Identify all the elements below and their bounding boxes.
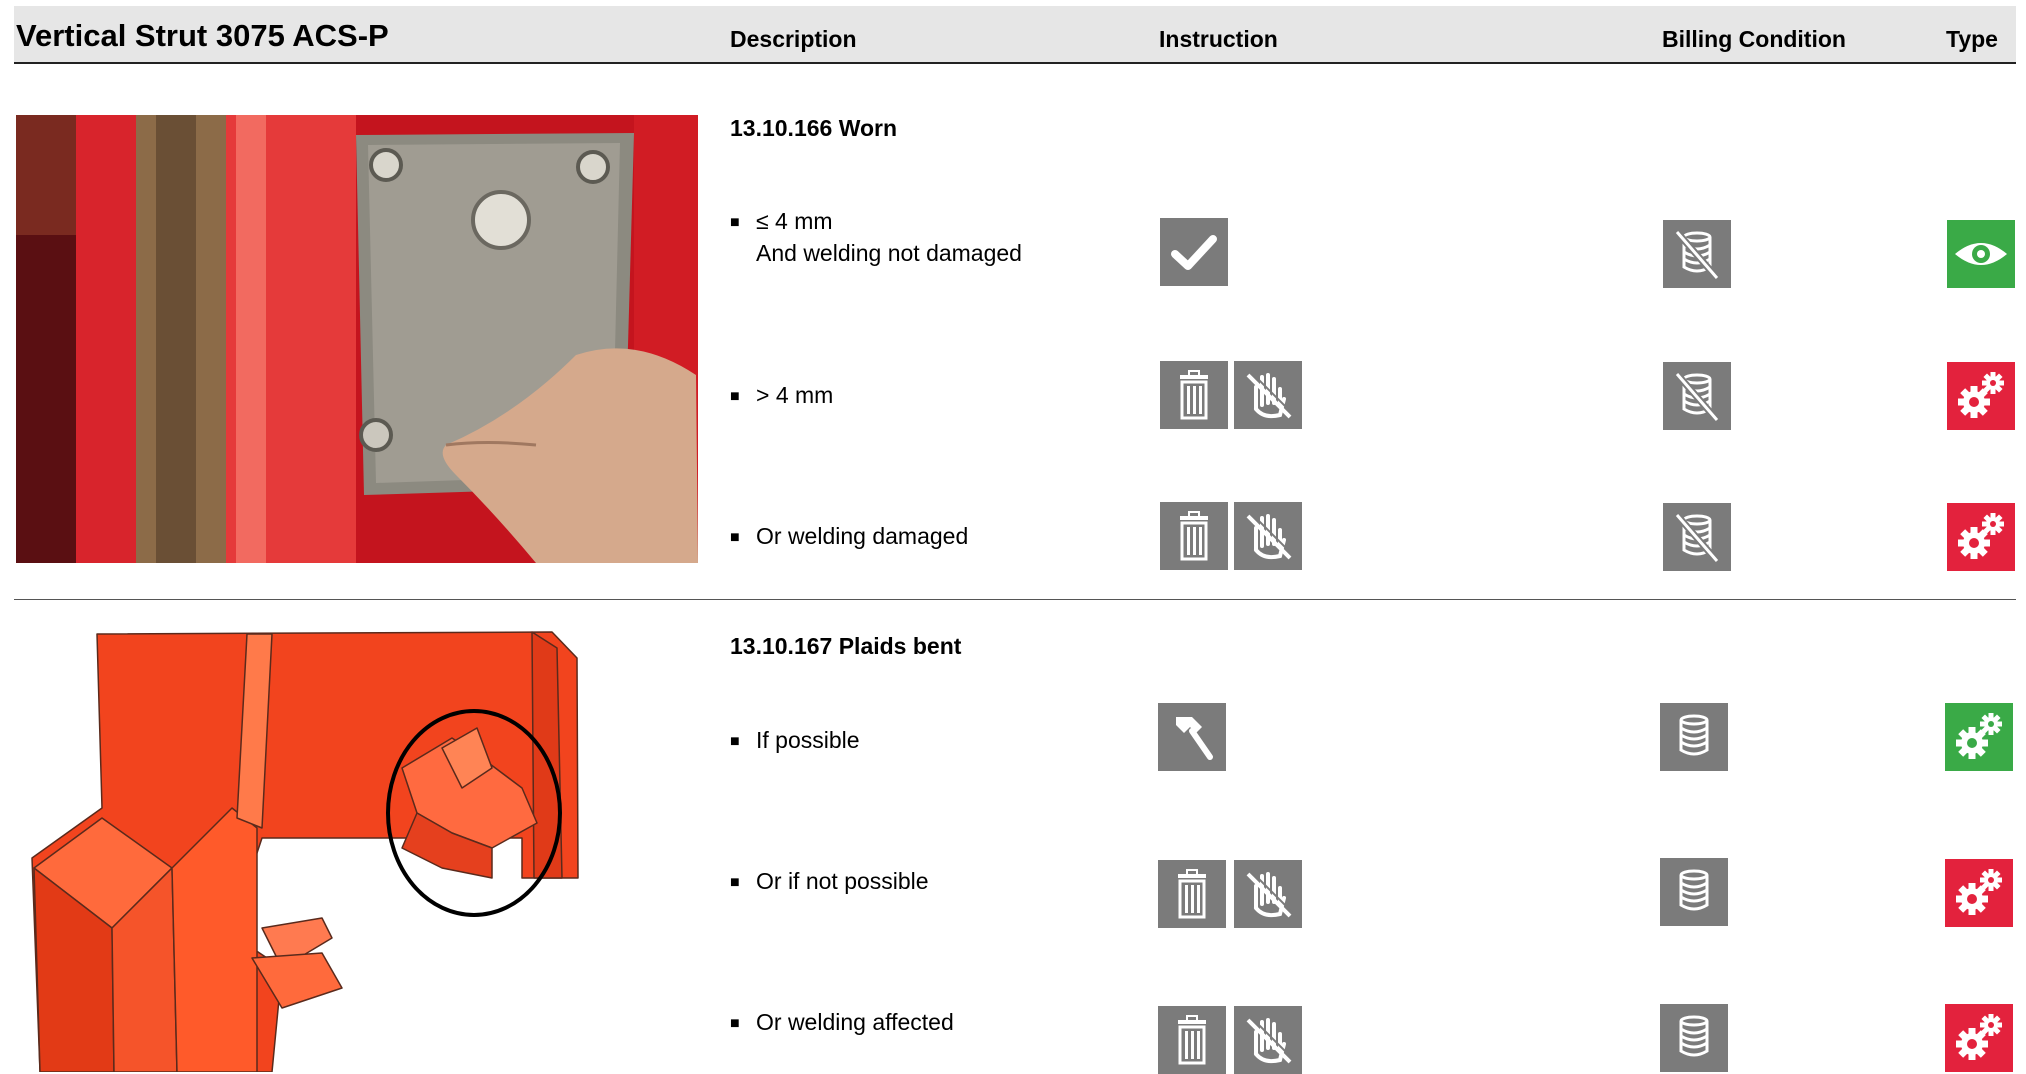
list-item: ■ ≤ 4 mm And welding not damaged [730,208,1022,266]
section-title-plaids-bent: 13.10.167 Plaids bent [730,633,962,659]
gears-icon [1945,1004,2013,1072]
column-header-instruction: Instruction [1159,26,1278,52]
trash-icon [1160,361,1228,429]
worn-strut-photo [16,115,698,563]
coins-icon [1660,858,1728,926]
hammer-icon [1158,703,1226,771]
no-hand-icon [1234,361,1302,429]
trash-icon [1160,502,1228,570]
gears-icon [1945,703,2013,771]
coins-crossed-icon [1663,503,1731,571]
coins-icon [1660,1004,1728,1072]
list-item: ■ If possible [730,727,860,753]
column-header-billing: Billing Condition [1662,26,1846,52]
gears-icon [1947,503,2015,571]
eye-icon [1947,220,2015,288]
coins-icon [1660,703,1728,771]
checkmark-icon [1160,218,1228,286]
section-divider [14,599,2016,600]
trash-icon [1158,1006,1226,1074]
gears-icon [1945,859,2013,927]
list-item: ■ Or if not possible [730,868,929,894]
list-item: ■ Or welding affected [730,1009,954,1035]
table-header: Vertical Strut 3075 ACS-P Description In… [14,6,2016,64]
list-item: ■ Or welding damaged [730,523,969,549]
no-hand-icon [1234,1006,1302,1074]
coins-crossed-icon [1663,220,1731,288]
plaids-bent-diagram [22,628,582,1072]
no-hand-icon [1234,502,1302,570]
column-header-type: Type [1946,26,1998,52]
trash-icon [1158,860,1226,928]
column-header-description: Description [730,26,857,52]
coins-crossed-icon [1663,362,1731,430]
page-title: Vertical Strut 3075 ACS-P [16,18,389,53]
no-hand-icon [1234,860,1302,928]
gears-icon [1947,362,2015,430]
section-title-worn: 13.10.166 Worn [730,115,898,141]
list-item: ■ > 4 mm [730,382,834,408]
